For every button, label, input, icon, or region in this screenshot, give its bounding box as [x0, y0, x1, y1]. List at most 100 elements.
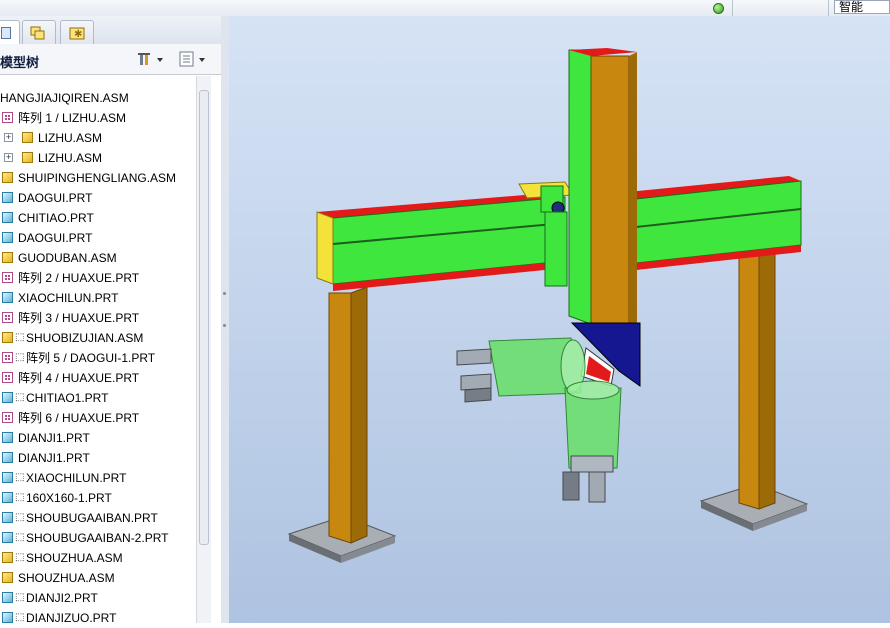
placement-status-icon: ⬚ — [15, 492, 25, 503]
part-icon — [2, 512, 13, 523]
left-column — [328, 286, 368, 544]
placement-status-icon: ⬚ — [15, 332, 25, 343]
tree-item-label: 阵列 3 / HUAXUE.PRT — [18, 311, 140, 325]
part-icon — [2, 592, 13, 603]
pattern-icon — [2, 352, 13, 363]
selection-filter-select[interactable]: 智能 — [834, 0, 890, 14]
assembly-icon — [2, 552, 13, 563]
graphics-viewport[interactable] — [229, 16, 890, 623]
tree-item-label: 阵列 4 / HUAXUE.PRT — [18, 371, 140, 385]
tree-root[interactable]: HANGJIAJIQIREN.ASM — [0, 88, 195, 108]
tree-item[interactable]: XIAOCHILUN.PRT — [0, 288, 195, 308]
assembly-icon — [2, 172, 13, 183]
tree-item[interactable]: ⬚ DIANJIZUO.PRT — [0, 608, 195, 623]
scrollbar-thumb[interactable] — [199, 90, 209, 545]
gantry-robot-model — [287, 48, 809, 563]
tree-item[interactable]: ⬚ SHOUZHUA.ASM — [0, 548, 195, 568]
assembly-icon — [2, 252, 13, 263]
navigator-tabs: ✱ — [0, 16, 221, 45]
vertical-arm — [568, 48, 637, 329]
vertical-gripper — [562, 380, 622, 503]
tree-item-label: SHOUBUGAAIBAN-2.PRT — [26, 531, 169, 545]
model-tree-tab-icon — [1, 27, 11, 39]
tab-folder-browser[interactable] — [22, 20, 56, 44]
part-icon — [2, 392, 13, 403]
tree-item[interactable]: ⬚ XIAOCHILUN.PRT — [0, 468, 195, 488]
pattern-icon — [2, 272, 13, 283]
tree-item-label: SHOUBUGAAIBAN.PRT — [26, 511, 158, 525]
splitter-grip — [223, 292, 226, 295]
folder-browser-tab-icon — [30, 26, 45, 40]
tree-item[interactable]: 阵列 3 / HUAXUE.PRT — [0, 308, 195, 328]
tree-item-label: 阵列 5 / DAOGUI-1.PRT — [26, 351, 156, 365]
tree-item-label: 160X160-1.PRT — [26, 491, 112, 505]
tree-item-label: SHUOBIZUJIAN.ASM — [26, 331, 144, 345]
placement-status-icon: ⬚ — [15, 532, 25, 543]
tree-settings-icon — [138, 53, 163, 65]
svg-text:✱: ✱ — [74, 29, 82, 40]
tree-item[interactable]: 阵列 2 / HUAXUE.PRT — [0, 268, 195, 288]
placement-status-icon: ⬚ — [15, 512, 25, 523]
tree-item[interactable]: ⬚ SHOUBUGAAIBAN-2.PRT — [0, 528, 195, 548]
tree-show-icon — [179, 51, 205, 67]
tree-item-label: DAOGUI.PRT — [18, 231, 93, 245]
tab-favorites[interactable]: ✱ — [60, 20, 94, 44]
navigator-panel: ✱ 模型树 HANGJIAJIQIREN.ASM 阵列 1 / LIZHU.AS… — [0, 16, 222, 623]
toolbar-separator — [732, 0, 733, 16]
panel-splitter[interactable] — [221, 16, 229, 623]
tab-model-tree[interactable] — [0, 20, 20, 45]
tree-item[interactable]: DAOGUI.PRT — [0, 228, 195, 248]
tree-show-button[interactable] — [179, 51, 209, 67]
tree-item[interactable]: DIANJI1.PRT — [0, 448, 195, 468]
tree-item[interactable]: ⬚ SHUOBIZUJIAN.ASM — [0, 328, 195, 348]
toolbar-separator — [828, 0, 829, 16]
assembly-icon — [2, 572, 13, 583]
tree-item[interactable]: ⬚ 160X160-1.PRT — [0, 488, 195, 508]
part-icon — [2, 232, 13, 243]
assembly-icon — [22, 152, 33, 163]
tree-item[interactable]: DIANJI1.PRT — [0, 428, 195, 448]
part-icon — [2, 292, 13, 303]
tree-item-label: CHITIAO1.PRT — [26, 391, 109, 405]
placement-status-icon: ⬚ — [15, 592, 25, 603]
tree-item[interactable]: ⬚ CHITIAO1.PRT — [0, 388, 195, 408]
part-icon — [2, 452, 13, 463]
tree-item[interactable]: ⬚ 阵列 5 / DAOGUI-1.PRT — [0, 348, 195, 368]
navigator-title: 模型树 — [0, 55, 40, 70]
status-light-icon[interactable] — [713, 3, 724, 14]
assembly-icon — [2, 332, 13, 343]
placement-status-icon: ⬚ — [15, 352, 25, 363]
tree-item-label: 阵列 6 / HUAXUE.PRT — [18, 411, 140, 425]
tree-scrollbar[interactable] — [196, 76, 211, 623]
tree-item[interactable]: SHUIPINGHENGLIANG.ASM — [0, 168, 195, 188]
tree-item[interactable]: GUODUBAN.ASM — [0, 248, 195, 268]
expand-icon[interactable]: + — [4, 153, 13, 162]
pattern-icon — [2, 372, 13, 383]
part-icon — [2, 472, 13, 483]
tree-item[interactable]: DAOGUI.PRT — [0, 188, 195, 208]
expand-icon[interactable]: + — [4, 133, 13, 142]
tree-item[interactable]: + LIZHU.ASM — [0, 148, 195, 168]
tree-item[interactable]: ⬚ SHOUBUGAAIBAN.PRT — [0, 508, 195, 528]
tree-item-label: DIANJIZUO.PRT — [26, 611, 117, 623]
tree-settings-button[interactable] — [138, 51, 164, 67]
tree-item-label: DIANJI1.PRT — [18, 451, 90, 465]
tree-item-label: LIZHU.ASM — [38, 131, 103, 145]
tree-item[interactable]: ⬚ DIANJI2.PRT — [0, 588, 195, 608]
tree-item-label: DIANJI2.PRT — [26, 591, 98, 605]
tree-item[interactable]: SHOUZHUA.ASM — [0, 568, 195, 588]
tree-item-label: DAOGUI.PRT — [18, 191, 93, 205]
part-icon — [2, 532, 13, 543]
model-tree: HANGJIAJIQIREN.ASM 阵列 1 / LIZHU.ASM + LIZH… — [0, 84, 195, 623]
placement-status-icon: ⬚ — [15, 472, 25, 483]
tree-item-label: CHITIAO.PRT — [18, 211, 94, 225]
tree-item[interactable]: 阵列 6 / HUAXUE.PRT — [0, 408, 195, 428]
tree-item[interactable]: CHITIAO.PRT — [0, 208, 195, 228]
navigator-header: 模型树 — [0, 44, 221, 75]
tree-item[interactable]: 阵列 4 / HUAXUE.PRT — [0, 368, 195, 388]
splitter-grip — [223, 324, 226, 327]
tree-item-label: 阵列 2 / HUAXUE.PRT — [18, 271, 140, 285]
tree-item[interactable]: + LIZHU.ASM — [0, 128, 195, 148]
tree-item[interactable]: 阵列 1 / LIZHU.ASM — [0, 108, 195, 128]
part-icon — [2, 212, 13, 223]
